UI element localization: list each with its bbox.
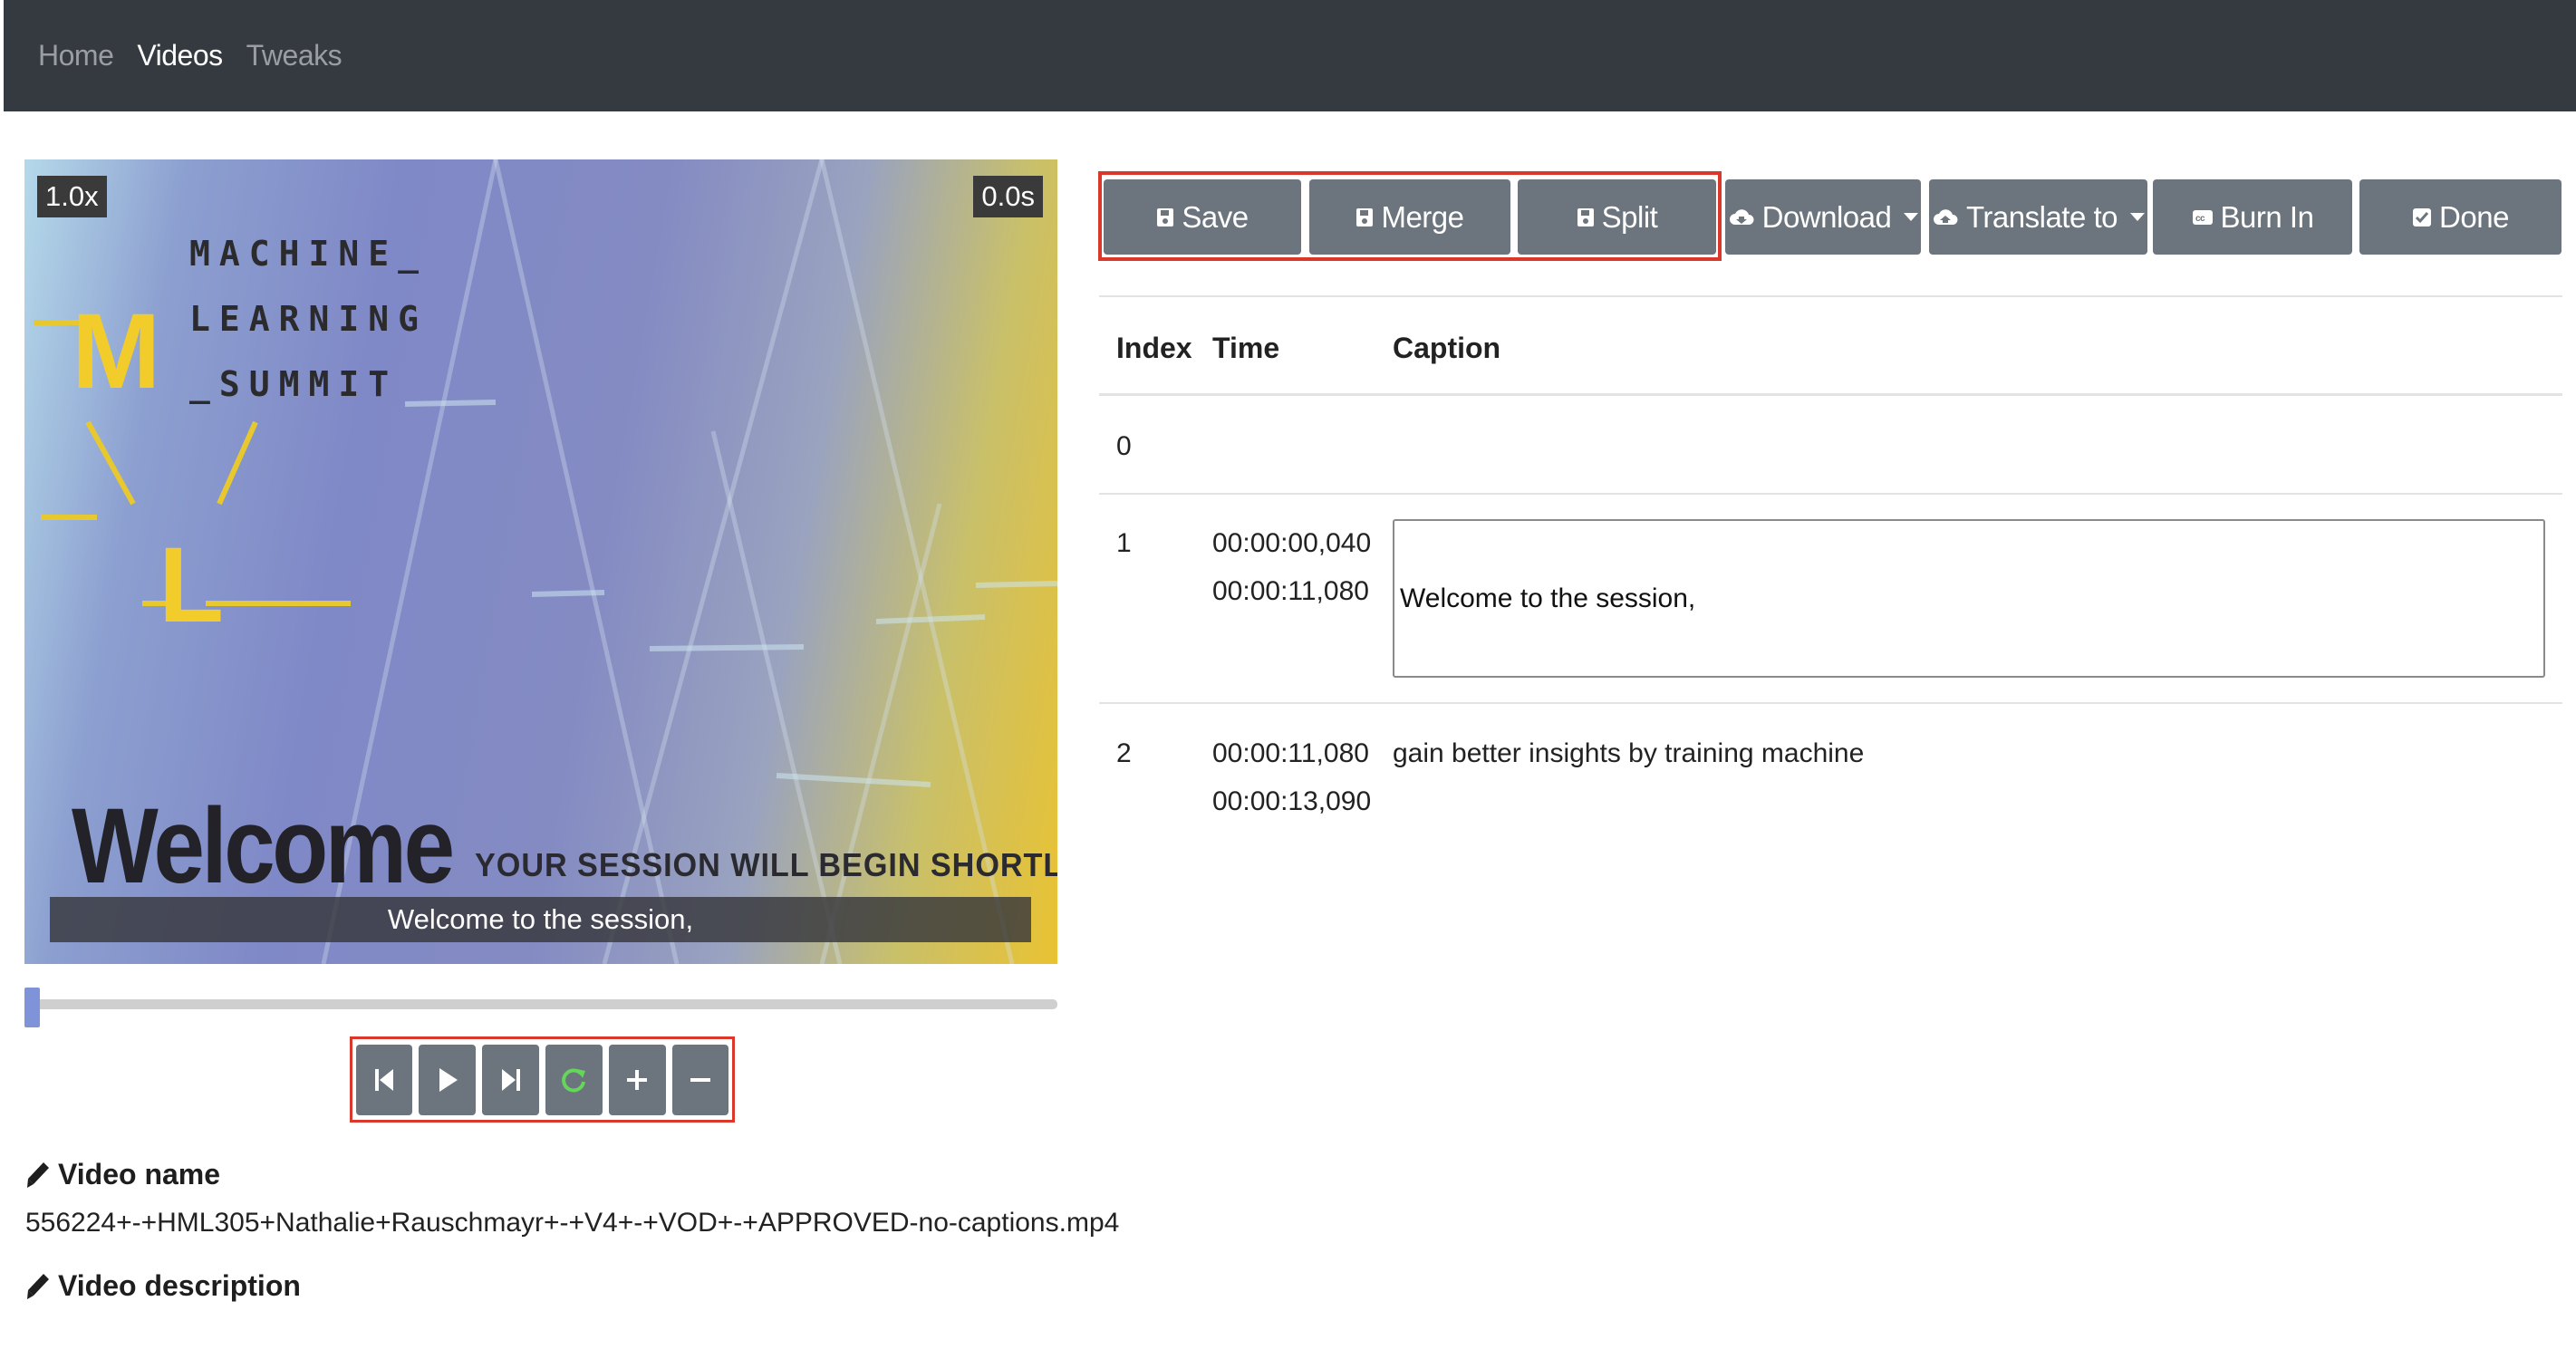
row-1-start-time[interactable]: 00:00:00,040 [1212,520,1371,567]
top-navbar: Home Videos Tweaks [4,0,2576,111]
column-header-index: Index [1116,332,1192,364]
split-button[interactable]: Split [1518,179,1716,255]
seek-bar-track[interactable] [24,999,1057,1009]
merge-button-label: Merge [1381,199,1464,234]
slide-title: MACHINE_ LEARNING _SUMMIT [189,221,428,417]
download-dropdown-button[interactable]: Download [1725,179,1921,255]
burn-in-button[interactable]: cc Burn In [2153,179,2352,255]
table-header-border [1099,393,2562,396]
column-header-caption: Caption [1393,332,1501,364]
replay-icon [562,1067,586,1092]
slide-welcome-text: Welcome [72,786,455,906]
player-controls [350,1036,735,1123]
done-button-label: Done [2439,199,2509,234]
svg-text:cc: cc [2195,214,2205,224]
split-button-label: Split [1601,199,1658,234]
row-1-end-time[interactable]: 00:00:11,080 [1212,568,1369,615]
replay-button[interactable] [545,1044,603,1115]
video-description-label[interactable]: Video description [25,1269,301,1303]
skip-forward-icon [501,1068,520,1091]
play-button[interactable] [419,1044,477,1115]
slide-logo-letter-l: L [159,525,224,645]
seek-bar-thumb[interactable] [24,988,40,1027]
skip-forward-button[interactable] [482,1044,539,1115]
speed-down-button[interactable] [671,1044,729,1115]
video-description-label-text: Video description [58,1269,301,1302]
translate-button-label: Translate to [1965,199,2118,234]
closed-captions-icon: cc [2192,208,2214,226]
save-button[interactable]: Save [1104,179,1301,255]
playback-speed-badge: 1.0x [37,176,107,217]
checkbox-checked-icon [2412,207,2432,227]
row-2-caption[interactable]: gain better insights by training machine [1393,730,1864,777]
caption-edit-text: Welcome to the session, [1400,583,1696,613]
chevron-down-icon [2130,213,2146,221]
slide-title-line: MACHINE_ [189,234,429,274]
video-name-label[interactable]: Video name [25,1158,220,1191]
video-name-label-text: Video name [58,1158,221,1190]
row-1-index: 1 [1116,528,1132,558]
burn-in-button-label: Burn In [2220,199,2314,234]
speed-up-button[interactable] [608,1044,666,1115]
column-header-time: Time [1212,332,1280,364]
floppy-disk-icon [1577,207,1595,228]
floppy-disk-icon [1356,207,1374,228]
cloud-download-icon [1728,207,1755,228]
done-button[interactable]: Done [2359,179,2562,255]
caption-edit-textarea[interactable]: Welcome to the session, [1393,519,2545,678]
row-2-end-time[interactable]: 00:00:13,090 [1212,778,1371,825]
cloud-upload-icon [1932,207,1959,228]
video-player[interactable]: M L 1.0x 0.0s MACHINE_ LEARNING _SUMMIT … [24,159,1057,964]
slide-title-line: LEARNING [189,299,429,339]
skip-back-button[interactable] [355,1044,413,1115]
minus-icon [690,1077,711,1082]
pencil-icon [25,1161,51,1190]
row-0-index: 0 [1116,431,1132,461]
plus-icon [627,1069,648,1090]
chevron-down-icon [1904,213,1919,221]
nav-tweaks-link[interactable]: Tweaks [246,39,343,72]
row-2-index: 2 [1116,738,1132,768]
download-button-label: Download [1761,199,1892,234]
skip-back-icon [374,1068,393,1091]
row-divider [1099,493,2562,495]
merge-button[interactable]: Merge [1309,179,1510,255]
pencil-icon [25,1272,51,1301]
floppy-disk-icon [1156,207,1174,228]
slide-tagline: YOUR SESSION WILL BEGIN SHORTLY [475,846,1057,883]
nav-videos-link[interactable]: Videos [137,39,223,72]
table-top-border [1099,295,2562,297]
save-button-label: Save [1182,199,1249,234]
slide-title-line: _SUMMIT [189,364,399,404]
slide-logo-letter-m: M [72,292,160,411]
current-time-badge: 0.0s [973,176,1043,217]
row-2-start-time[interactable]: 00:00:11,080 [1212,730,1369,777]
nav-home-link[interactable]: Home [38,39,114,72]
play-icon [439,1067,458,1092]
row-divider [1099,702,2562,704]
video-name-value: 556224+-+HML305+Nathalie+Rauschmayr+-+V4… [25,1208,1120,1238]
translate-dropdown-button[interactable]: Translate to [1929,179,2147,255]
video-subtitle-overlay: Welcome to the session, [50,897,1031,942]
